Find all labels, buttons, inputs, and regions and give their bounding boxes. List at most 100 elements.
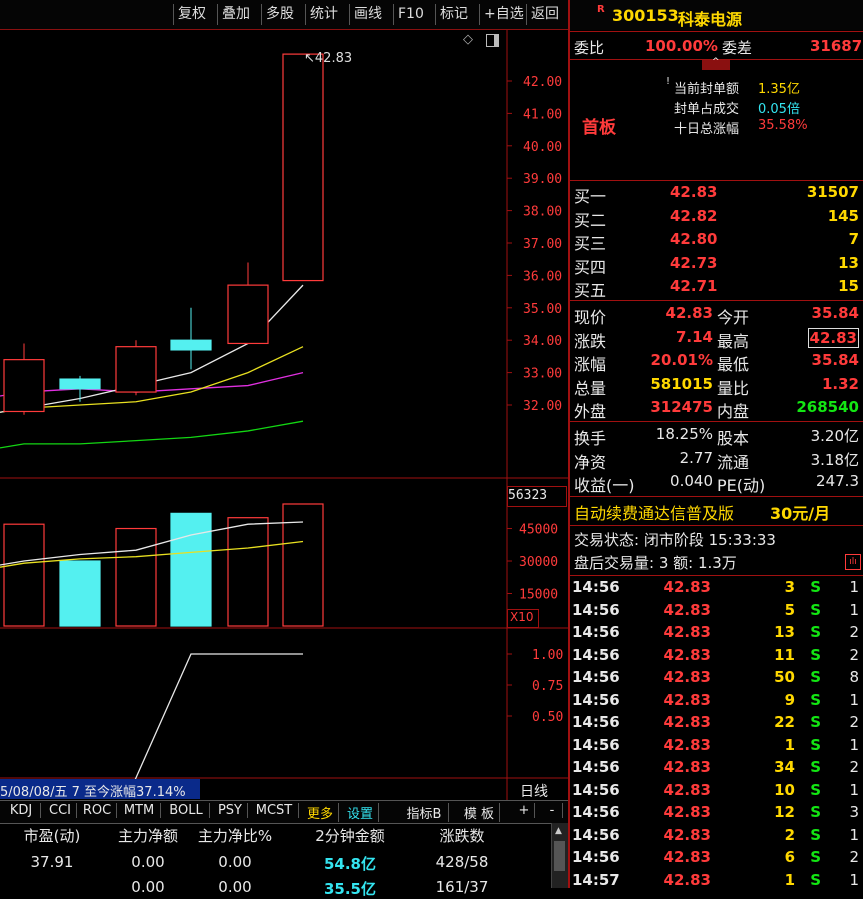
price-axis-label: 38.00 — [523, 205, 562, 220]
tick-side: S — [810, 803, 821, 821]
period-label[interactable]: 日线 — [520, 781, 548, 801]
fundamental-value: 18.25% — [655, 425, 713, 443]
price-axis-label: 35.00 — [523, 302, 562, 317]
tick-time: 14:56 — [572, 780, 620, 799]
price-axis-label: 40.00 — [523, 140, 562, 155]
volume-bar[interactable] — [115, 527, 157, 627]
tick-row: 14:56 42.83 22 S 2 — [570, 713, 863, 735]
tick-price: 42.83 — [663, 758, 711, 776]
tick-side: S — [810, 645, 821, 664]
candle-body[interactable] — [170, 339, 212, 351]
tick-time: 14:56 — [572, 578, 620, 596]
candle-body[interactable] — [115, 346, 157, 393]
bid-price[interactable]: 42.73 — [670, 254, 717, 272]
fundamental-label: PE(动) — [717, 476, 766, 495]
stats-scrollbar[interactable]: ▲ — [551, 823, 568, 888]
tick-volume: 9 — [784, 690, 795, 709]
indicator-tab[interactable]: ROC — [78, 803, 117, 818]
indicator-tab[interactable]: 更多 — [302, 803, 339, 822]
tick-time: 14:56 — [572, 600, 620, 619]
volume-bar[interactable] — [59, 560, 101, 627]
indicator-tab[interactable]: KDJ — [2, 803, 41, 818]
tick-time: 14:56 — [572, 713, 620, 731]
volume-unit-box: X10 — [507, 609, 539, 628]
indicator-tab[interactable]: - — [542, 803, 563, 818]
quote-value: 35.84 — [811, 304, 859, 322]
tick-side: S — [810, 623, 821, 641]
ten-day-gain-value: 35.58% — [758, 118, 808, 133]
scroll-up-icon[interactable]: ▲ — [555, 826, 562, 836]
tick-time: 14:56 — [572, 623, 620, 641]
indicator-tab[interactable]: 模 板 — [459, 803, 500, 822]
stats-header: 主力净比% — [197, 827, 273, 845]
quote-label: 涨幅 — [574, 355, 607, 374]
tick-count: 2 — [849, 848, 859, 866]
tick-count: 1 — [849, 690, 859, 709]
bid-price[interactable]: 42.80 — [670, 230, 717, 248]
volume-bar[interactable] — [3, 523, 45, 627]
tick-volume: 2 — [784, 825, 795, 844]
price-axis-label: 36.00 — [523, 269, 562, 284]
tick-volume: 12 — [774, 803, 795, 821]
candle-body[interactable] — [282, 53, 324, 282]
bid-price[interactable]: 42.71 — [670, 277, 717, 295]
indicator-tab[interactable]: 设置 — [342, 803, 379, 822]
tick-side: S — [810, 848, 821, 866]
tick-volume: 5 — [784, 600, 795, 619]
tick-price: 42.83 — [663, 668, 711, 686]
collapse-button[interactable]: ^ — [702, 57, 730, 70]
trade-status: 交易状态: 闭市阶段 15:33:33 — [574, 531, 776, 549]
tick-price: 42.83 — [663, 780, 711, 799]
quote-label: 现价 — [574, 308, 607, 327]
volume-axis-label: 45000 — [519, 523, 558, 538]
seal-amount-label: 当前封单额 — [674, 82, 740, 97]
bid-volume: 7 — [848, 230, 859, 248]
volume-bar[interactable] — [227, 517, 269, 627]
bid-volume: 145 — [827, 206, 859, 225]
indicator-tab[interactable]: BOLL — [163, 803, 210, 818]
indicator-tab[interactable]: 指标B — [400, 803, 449, 822]
indicator-tab[interactable]: + — [514, 803, 535, 818]
candle-body[interactable] — [227, 284, 269, 345]
indicator-tab[interactable]: MCST — [250, 803, 299, 818]
tick-row: 14:56 42.83 2 S 1 — [570, 826, 863, 848]
price-axis-label: 33.00 — [523, 367, 562, 382]
stats-cell: 428/58 — [435, 853, 489, 871]
stats-cell: 54.8亿 — [323, 855, 376, 873]
tick-volume: 3 — [784, 578, 795, 596]
indicator-tab[interactable]: PSY — [213, 803, 248, 818]
tick-count: 1 — [849, 870, 859, 889]
price-axis-label: 39.00 — [523, 172, 562, 187]
candle-body[interactable] — [3, 359, 45, 413]
promo-price[interactable]: 30元/月 — [770, 500, 830, 524]
fundamental-value: 3.18亿 — [810, 450, 859, 469]
scroll-thumb[interactable] — [554, 841, 565, 871]
seal-amount-value: 1.35亿 — [758, 82, 800, 97]
tick-volume: 11 — [774, 645, 795, 664]
indicator-tab[interactable]: CCI — [44, 803, 77, 818]
fundamental-label: 换手 — [574, 429, 607, 448]
bid-price[interactable]: 42.83 — [670, 183, 717, 201]
indicator-tab[interactable]: MTM — [118, 803, 161, 818]
chevron-up-icon[interactable]: ^ — [712, 57, 720, 67]
tick-count: 2 — [849, 713, 859, 731]
promo-text[interactable]: 自动续费通达信普及版 — [574, 500, 734, 524]
first-board-tag: 首板 — [582, 118, 616, 138]
pointer-arrow-icon: ↖ — [304, 51, 315, 66]
tick-price: 42.83 — [663, 870, 711, 889]
after-hours-volume: 盘后交易量: 3 额: 1.3万 — [574, 554, 737, 572]
chart-icon[interactable]: ılı — [845, 554, 861, 570]
bid-price[interactable]: 42.82 — [670, 207, 717, 225]
tick-row: 14:56 42.83 9 S 1 — [570, 691, 863, 713]
bid-volume: 15 — [838, 277, 859, 295]
bid-level-label: 买三 — [574, 234, 607, 253]
tick-side: S — [810, 668, 821, 686]
fundamental-value: 2.77 — [679, 448, 713, 467]
stock-code: 300153 — [612, 6, 679, 25]
tick-count: 3 — [849, 803, 859, 821]
quote-value: 35.84 — [811, 351, 859, 369]
candle-body[interactable] — [59, 378, 101, 390]
tick-row: 14:56 42.83 5 S 1 — [570, 601, 863, 623]
tick-count: 1 — [849, 825, 859, 844]
volume-bar[interactable] — [170, 512, 212, 627]
